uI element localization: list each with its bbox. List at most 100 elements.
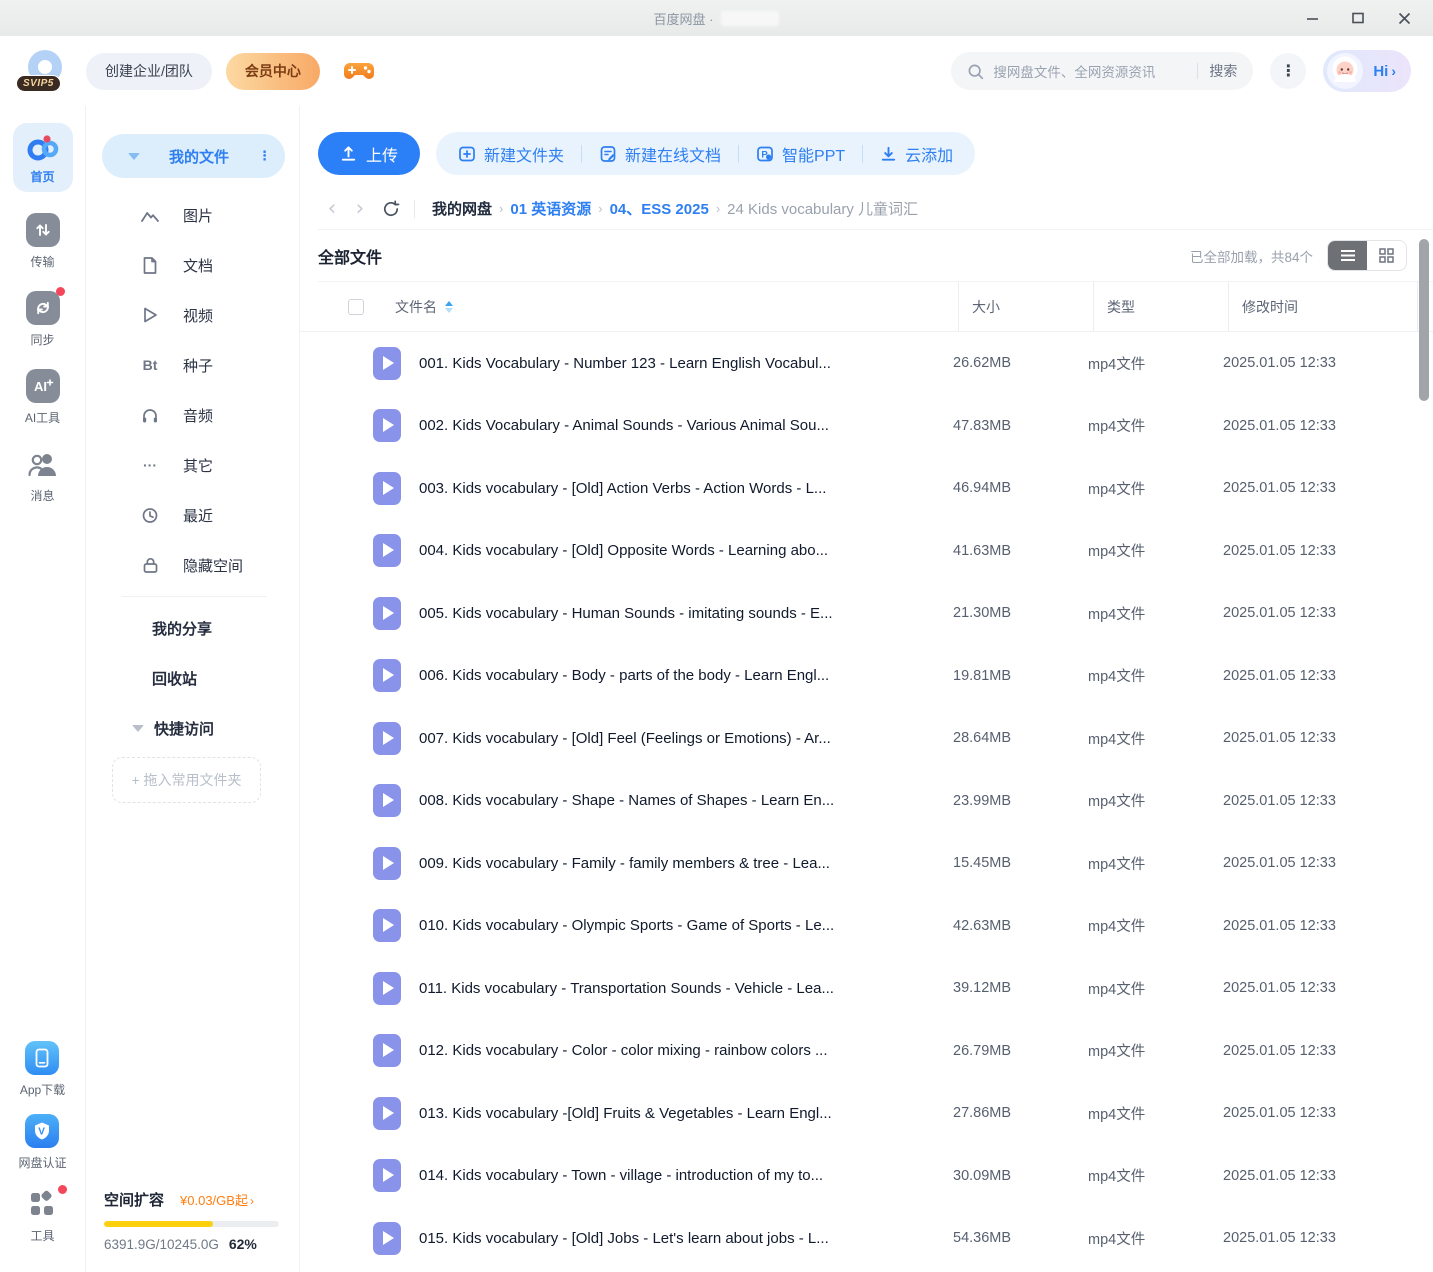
column-size[interactable]: 大小 bbox=[958, 282, 1093, 331]
file-row[interactable]: 005. Kids vocabulary - Human Sounds - im… bbox=[300, 582, 1433, 645]
file-name[interactable]: 015. Kids vocabulary - [Old] Jobs - Let'… bbox=[419, 1230, 829, 1247]
breadcrumb-root[interactable]: 我的网盘 bbox=[432, 198, 492, 219]
minimize-button[interactable] bbox=[1289, 0, 1335, 36]
file-name[interactable]: 013. Kids vocabulary -[Old] Fruits & Veg… bbox=[419, 1105, 832, 1122]
search-button[interactable]: 搜索 bbox=[1209, 61, 1237, 81]
select-all-checkbox[interactable] bbox=[348, 299, 364, 315]
file-row[interactable]: 013. Kids vocabulary -[Old] Fruits & Veg… bbox=[300, 1082, 1433, 1145]
new-online-doc-button[interactable]: 新建在线文档 bbox=[599, 142, 721, 166]
app-logo[interactable]: SVIP5 bbox=[20, 48, 68, 94]
file-row[interactable]: 002. Kids Vocabulary - Animal Sounds - V… bbox=[300, 395, 1433, 458]
file-row[interactable]: 010. Kids vocabulary - Olympic Sports - … bbox=[300, 895, 1433, 958]
close-button[interactable] bbox=[1381, 0, 1427, 36]
file-name[interactable]: 005. Kids vocabulary - Human Sounds - im… bbox=[419, 605, 833, 622]
new-folder-button[interactable]: 新建文件夹 bbox=[458, 142, 564, 166]
sort-icon[interactable] bbox=[445, 301, 453, 313]
file-size: 19.81MB bbox=[940, 668, 1075, 684]
drop-folder-zone[interactable]: + 拖入常用文件夹 bbox=[112, 757, 261, 803]
headphones-icon bbox=[139, 406, 161, 424]
more-menu-icon[interactable]: ⋮ bbox=[1270, 53, 1306, 89]
file-name[interactable]: 014. Kids vocabulary - Town - village - … bbox=[419, 1167, 823, 1184]
sidebar-item-hidden-space[interactable]: 隐藏空间 bbox=[102, 540, 285, 590]
sidebar-item-recent[interactable]: 最近 bbox=[102, 490, 285, 540]
sidebar-item-other[interactable]: ··· 其它 bbox=[102, 440, 285, 490]
rail-item-ai-tools[interactable]: AI AI工具 bbox=[25, 369, 60, 426]
sidebar-item-recycle-bin[interactable]: 回收站 bbox=[102, 653, 285, 703]
game-center-icon[interactable] bbox=[344, 59, 374, 83]
rail-item-tools[interactable]: 工具 bbox=[25, 1187, 59, 1244]
rail-item-sync[interactable]: 同步 bbox=[26, 291, 60, 348]
refresh-button[interactable] bbox=[382, 200, 400, 218]
breadcrumb-link[interactable]: 01 英语资源 bbox=[510, 198, 591, 219]
file-name[interactable]: 008. Kids vocabulary - Shape - Names of … bbox=[419, 792, 834, 809]
file-row[interactable]: 001. Kids Vocabulary - Number 123 - Lear… bbox=[300, 332, 1433, 395]
file-row[interactable]: 006. Kids vocabulary - Body - parts of t… bbox=[300, 645, 1433, 708]
app-download-icon bbox=[25, 1041, 59, 1075]
smart-ppt-button[interactable]: P 智能PPT bbox=[756, 142, 845, 166]
file-type: mp4文件 bbox=[1075, 1040, 1210, 1061]
file-row[interactable]: 015. Kids vocabulary - [Old] Jobs - Let'… bbox=[300, 1207, 1433, 1270]
load-status: 已全部加载，共84个 bbox=[1190, 246, 1313, 266]
create-team-button[interactable]: 创建企业/团队 bbox=[86, 53, 212, 90]
file-name[interactable]: 006. Kids vocabulary - Body - parts of t… bbox=[419, 667, 829, 684]
redacted-username bbox=[721, 11, 779, 26]
view-toggle bbox=[1327, 240, 1407, 271]
file-row[interactable]: 011. Kids vocabulary - Transportation So… bbox=[300, 957, 1433, 1020]
file-row[interactable]: 003. Kids vocabulary - [Old] Action Verb… bbox=[300, 457, 1433, 520]
nav-forward-button[interactable]: › bbox=[346, 198, 374, 219]
file-name[interactable]: 003. Kids vocabulary - [Old] Action Verb… bbox=[419, 480, 826, 497]
file-name[interactable]: 001. Kids Vocabulary - Number 123 - Lear… bbox=[419, 355, 831, 372]
sidebar-item-my-share[interactable]: 我的分享 bbox=[102, 603, 285, 653]
file-row[interactable]: 008. Kids vocabulary - Shape - Names of … bbox=[300, 770, 1433, 833]
grid-view-button[interactable] bbox=[1367, 241, 1406, 270]
file-name[interactable]: 010. Kids vocabulary - Olympic Sports - … bbox=[419, 917, 834, 934]
sidebar-item-documents[interactable]: 文档 bbox=[102, 240, 285, 290]
storage-bar-fill bbox=[104, 1221, 213, 1227]
column-type[interactable]: 类型 bbox=[1093, 282, 1228, 331]
storage-price-link[interactable]: ¥0.03/GB起 bbox=[180, 1190, 248, 1209]
rail-item-home[interactable]: 首页 bbox=[13, 123, 73, 192]
sidebar-item-torrents[interactable]: Bt 种子 bbox=[102, 340, 285, 390]
file-modified: 2025.01.05 12:33 bbox=[1210, 855, 1400, 871]
rail-item-transfer[interactable]: 传输 bbox=[26, 213, 60, 270]
search-input[interactable]: 搜网盘文件、全网资源资讯 搜索 bbox=[951, 52, 1253, 90]
file-row[interactable]: 014. Kids vocabulary - Town - village - … bbox=[300, 1145, 1433, 1208]
file-name[interactable]: 009. Kids vocabulary - Family - family m… bbox=[419, 855, 830, 872]
cloud-add-button[interactable]: 云添加 bbox=[880, 142, 953, 166]
sidebar-item-my-files[interactable]: 我的文件 ⋮ bbox=[102, 134, 285, 178]
file-modified: 2025.01.05 12:33 bbox=[1210, 1168, 1400, 1184]
file-size: 47.83MB bbox=[940, 418, 1075, 434]
video-file-icon bbox=[373, 722, 401, 755]
list-view-button[interactable] bbox=[1328, 241, 1367, 270]
sidebar-item-pictures[interactable]: 图片 bbox=[102, 190, 285, 240]
sidebar-item-quick-access[interactable]: 快捷访问 bbox=[102, 703, 285, 753]
maximize-button[interactable] bbox=[1335, 0, 1381, 36]
sidebar-item-audio[interactable]: 音频 bbox=[102, 390, 285, 440]
nav-back-button[interactable]: ‹ bbox=[318, 198, 346, 219]
upload-button[interactable]: 上传 bbox=[318, 132, 420, 175]
column-name[interactable]: 文件名 bbox=[395, 297, 437, 317]
column-modified[interactable]: 修改时间 bbox=[1228, 282, 1418, 331]
file-name[interactable]: 002. Kids Vocabulary - Animal Sounds - V… bbox=[419, 417, 829, 434]
storage-expand-label[interactable]: 空间扩容 bbox=[104, 1189, 164, 1210]
file-row[interactable]: 007. Kids vocabulary - [Old] Feel (Feeli… bbox=[300, 707, 1433, 770]
member-center-button[interactable]: 会员中心 bbox=[226, 53, 320, 90]
file-name[interactable]: 004. Kids vocabulary - [Old] Opposite Wo… bbox=[419, 542, 828, 559]
file-name[interactable]: 007. Kids vocabulary - [Old] Feel (Feeli… bbox=[419, 730, 831, 747]
file-row[interactable]: 009. Kids vocabulary - Family - family m… bbox=[300, 832, 1433, 895]
rail-item-app-download[interactable]: App下载 bbox=[20, 1041, 65, 1098]
sidebar-item-videos[interactable]: 视频 bbox=[102, 290, 285, 340]
file-row[interactable]: 004. Kids vocabulary - [Old] Opposite Wo… bbox=[300, 520, 1433, 583]
file-name[interactable]: 012. Kids vocabulary - Color - color mix… bbox=[419, 1042, 828, 1059]
my-files-menu-icon[interactable]: ⋮ bbox=[258, 152, 271, 160]
cloud-add-icon bbox=[880, 145, 897, 162]
chevron-right-icon: › bbox=[250, 1194, 254, 1208]
file-name[interactable]: 011. Kids vocabulary - Transportation So… bbox=[419, 980, 834, 997]
storage-panel: 空间扩容 ¥0.03/GB起 › 6391.9G/10245.0G62% bbox=[102, 1189, 285, 1252]
account-button[interactable]: Hi › bbox=[1323, 50, 1411, 92]
rail-item-cert[interactable]: V 网盘认证 bbox=[18, 1114, 66, 1171]
rail-item-messages[interactable]: 消息 bbox=[26, 447, 60, 504]
vertical-scrollbar[interactable] bbox=[1419, 239, 1429, 401]
file-row[interactable]: 012. Kids vocabulary - Color - color mix… bbox=[300, 1020, 1433, 1083]
breadcrumb-link[interactable]: 04、ESS 2025 bbox=[610, 198, 709, 219]
